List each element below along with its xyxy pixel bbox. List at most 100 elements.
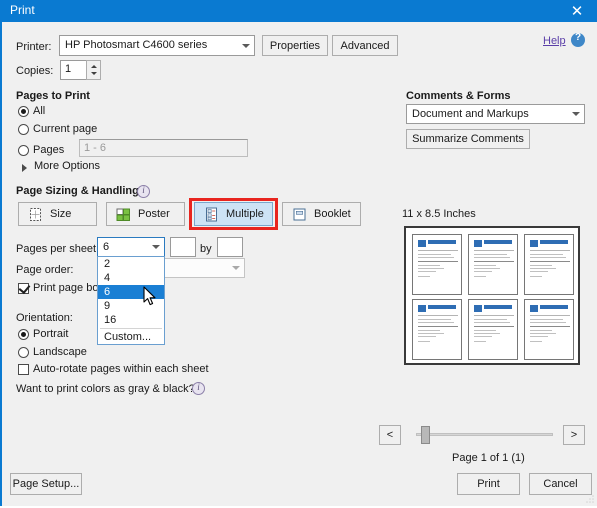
dropdown-option-6[interactable]: 6 [98, 285, 164, 299]
preview-slider-track[interactable] [416, 433, 553, 436]
preview-slider-thumb[interactable] [421, 426, 430, 444]
comments-forms-select[interactable]: Document and Markups [406, 104, 585, 124]
radio-current-page[interactable] [18, 124, 29, 135]
print-button[interactable]: Print [457, 473, 520, 495]
radio-portrait[interactable] [18, 329, 29, 340]
more-options-chevron-icon[interactable] [22, 164, 27, 172]
thumbnail-title [540, 305, 568, 309]
printer-label: Printer: [16, 41, 52, 53]
radio-current-page-label: Current page [33, 123, 98, 135]
dropdown-option-9[interactable]: 9 [98, 299, 164, 313]
preview-page-thumbnail [412, 234, 462, 295]
page-sizing-info-icon[interactable] [137, 185, 150, 198]
preview-page-thumbnail [412, 299, 462, 360]
page-sizing-heading: Page Sizing & Handling [16, 185, 139, 197]
size-button[interactable]: Size [18, 202, 97, 226]
document-icon [474, 240, 482, 247]
copies-stepper[interactable] [86, 60, 101, 80]
document-icon [474, 305, 482, 312]
radio-pages-label: Pages [33, 144, 65, 156]
comments-forms-heading: Comments & Forms [406, 90, 511, 102]
summarize-comments-button[interactable]: Summarize Comments [406, 129, 530, 149]
comments-forms-value: Document and Markups [412, 108, 529, 120]
thumbnail-title [484, 305, 512, 309]
document-icon [530, 305, 538, 312]
properties-button[interactable]: Properties [262, 35, 328, 56]
booklet-button[interactable]: Booklet [282, 202, 361, 226]
radio-pages[interactable] [18, 145, 29, 156]
auto-rotate-checkbox[interactable] [18, 364, 29, 375]
custom-columns-input[interactable] [170, 237, 196, 257]
close-icon[interactable]: ✕ [555, 0, 597, 22]
dropdown-option-16[interactable]: 16 [98, 313, 164, 327]
previous-page-button[interactable]: < [379, 425, 401, 445]
thumbnail-title [540, 240, 568, 244]
stepper-up-icon[interactable] [90, 65, 97, 68]
document-icon [418, 240, 426, 247]
resize-grip-icon[interactable] [584, 493, 596, 505]
poster-button[interactable]: Poster [106, 202, 185, 226]
window-title: Print [10, 3, 35, 17]
thumbnail-title [484, 240, 512, 244]
size-icon [28, 207, 43, 222]
stepper-down-icon[interactable] [90, 72, 97, 75]
by-label: by [200, 243, 212, 255]
multiple-button-label: Multiple [226, 208, 264, 220]
print-preview [404, 226, 580, 365]
custom-rows-input[interactable] [217, 237, 243, 257]
gray-black-label: Want to print colors as gray & black? [16, 383, 195, 395]
pages-range-value: 1 - 6 [84, 142, 107, 154]
page-status-label: Page 1 of 1 (1) [452, 452, 525, 464]
radio-all[interactable] [18, 106, 29, 117]
title-bar: Print ✕ [2, 0, 597, 22]
dropdown-option-2[interactable]: 2 [98, 257, 164, 271]
poster-button-label: Poster [138, 208, 170, 220]
radio-landscape-label: Landscape [33, 346, 87, 358]
printer-select-value: HP Photosmart C4600 series [65, 39, 208, 51]
booklet-icon [292, 207, 307, 222]
thumbnail-title [428, 240, 456, 244]
preview-size-label: 11 x 8.5 Inches [402, 208, 476, 220]
radio-landscape[interactable] [18, 347, 29, 358]
copies-label: Copies: [16, 65, 54, 77]
dropdown-option-4[interactable]: 4 [98, 271, 164, 285]
gray-black-info-icon[interactable] [192, 382, 205, 395]
cancel-button[interactable]: Cancel [529, 473, 592, 495]
pages-per-sheet-select[interactable]: 6 [97, 237, 165, 257]
print-page-border-checkbox[interactable] [18, 283, 29, 294]
dropdown-separator [100, 328, 162, 329]
radio-portrait-label: Portrait [33, 328, 69, 340]
help-link[interactable]: Help [543, 35, 566, 47]
preview-page-thumbnail [468, 234, 518, 295]
radio-all-label: All [33, 105, 46, 117]
document-icon [418, 305, 426, 312]
printer-select[interactable]: HP Photosmart C4600 series [59, 35, 255, 56]
pages-per-sheet-value: 6 [103, 241, 110, 253]
page-order-label: Page order: [16, 264, 74, 276]
more-options-label[interactable]: More Options [34, 160, 100, 172]
chevron-down-icon [152, 245, 160, 249]
next-page-button[interactable]: > [563, 425, 585, 445]
preview-page-thumbnail [524, 299, 574, 360]
advanced-button[interactable]: Advanced [332, 35, 398, 56]
page-setup-button[interactable]: Page Setup... [10, 473, 82, 495]
orientation-label: Orientation: [16, 312, 73, 324]
multiple-button[interactable]: Multiple [194, 202, 273, 226]
dropdown-option-custom[interactable]: Custom... [98, 330, 164, 344]
print-dialog: Print ✕ Printer: HP Photosmart C4600 ser… [0, 0, 597, 506]
preview-page-thumbnail [524, 234, 574, 295]
copies-input-value: 1 [65, 63, 72, 75]
pages-range-input[interactable]: 1 - 6 [79, 139, 248, 157]
help-question-icon[interactable] [571, 32, 585, 47]
auto-rotate-label: Auto-rotate pages within each sheet [33, 363, 209, 375]
chevron-down-icon [242, 43, 250, 48]
multiple-icon [204, 207, 219, 222]
thumbnail-title [428, 305, 456, 309]
pages-per-sheet-label: Pages per sheet: [16, 243, 100, 255]
document-icon [530, 240, 538, 247]
pages-per-sheet-dropdown-list[interactable]: 2 4 6 9 16 Custom... [97, 256, 165, 345]
chevron-down-icon [232, 266, 240, 270]
size-button-label: Size [50, 208, 72, 220]
booklet-button-label: Booklet [314, 208, 351, 220]
preview-page-thumbnail [468, 299, 518, 360]
